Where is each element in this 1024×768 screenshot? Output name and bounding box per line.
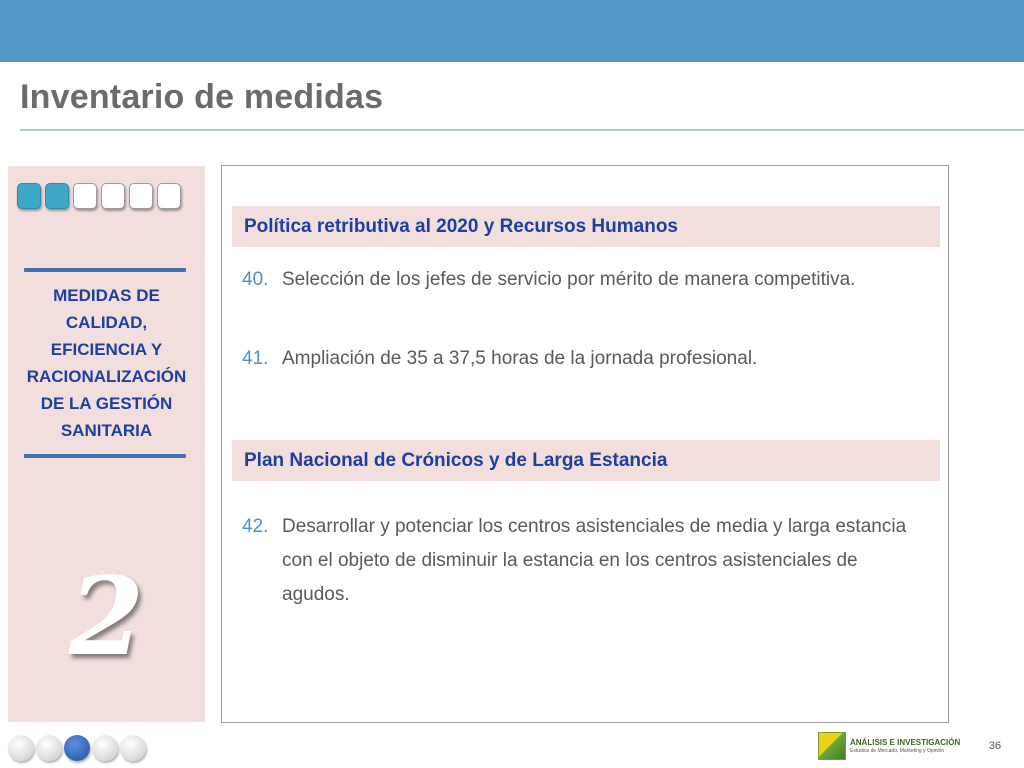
sidebar-rule-bottom [24,454,186,458]
title-divider [20,129,1024,131]
list-item: 41. Ampliación de 35 a 37,5 horas de la … [242,342,912,376]
page-title: Inventario de medidas [20,78,384,116]
item-number: 41. [242,348,269,369]
nav-dot-2[interactable] [36,735,62,761]
page-number: 36 [988,740,1002,752]
section-header-hr: Política retributiva al 2020 y Recursos … [232,206,940,247]
nav-dot-5[interactable] [120,735,146,761]
top-banner [0,0,1024,62]
company-logo: ANÁLISIS E INVESTIGACIÓN Estudios de Mer… [818,732,960,760]
progress-square-1 [17,183,41,209]
logo-title: ANÁLISIS E INVESTIGACIÓN [850,737,961,747]
item-text: Ampliación de 35 a 37,5 horas de la jorn… [282,348,758,369]
nav-dot-1[interactable] [8,735,34,761]
logo-subtitle: Estudios de Mercado, Marketing y Opinión [850,747,945,754]
progress-square-6 [157,183,181,209]
progress-square-4 [101,183,125,209]
slide-nav-dots [8,735,146,761]
list-item: 42. Desarrollar y potenciar los centros … [242,510,912,612]
progress-square-5 [129,183,153,209]
progress-squares [17,183,181,209]
sidebar-rule-top [24,268,186,272]
section-title: Plan Nacional de Crónicos y de Larga Est… [244,450,668,471]
item-number: 40. [242,269,269,290]
section-header-chronic: Plan Nacional de Crónicos y de Larga Est… [232,440,940,481]
progress-square-2 [45,183,69,209]
item-text: Selección de los jefes de servicio por m… [282,269,856,290]
nav-dot-3[interactable] [64,735,90,761]
section-sidebar: MEDIDAS DE CALIDAD, EFICIENCIA Y RACIONA… [8,166,205,722]
sidebar-heading: MEDIDAS DE CALIDAD, EFICIENCIA Y RACIONA… [26,286,187,440]
nav-dot-4[interactable] [92,735,118,761]
section-number: 2 [68,554,145,680]
content-panel: Política retributiva al 2020 y Recursos … [221,165,949,723]
list-item: 40. Selección de los jefes de servicio p… [242,263,912,297]
logo-mark-icon [818,732,846,760]
item-text: Desarrollar y potenciar los centros asis… [282,516,907,605]
section-title: Política retributiva al 2020 y Recursos … [244,216,679,237]
item-number: 42. [242,516,269,537]
progress-square-3 [73,183,97,209]
